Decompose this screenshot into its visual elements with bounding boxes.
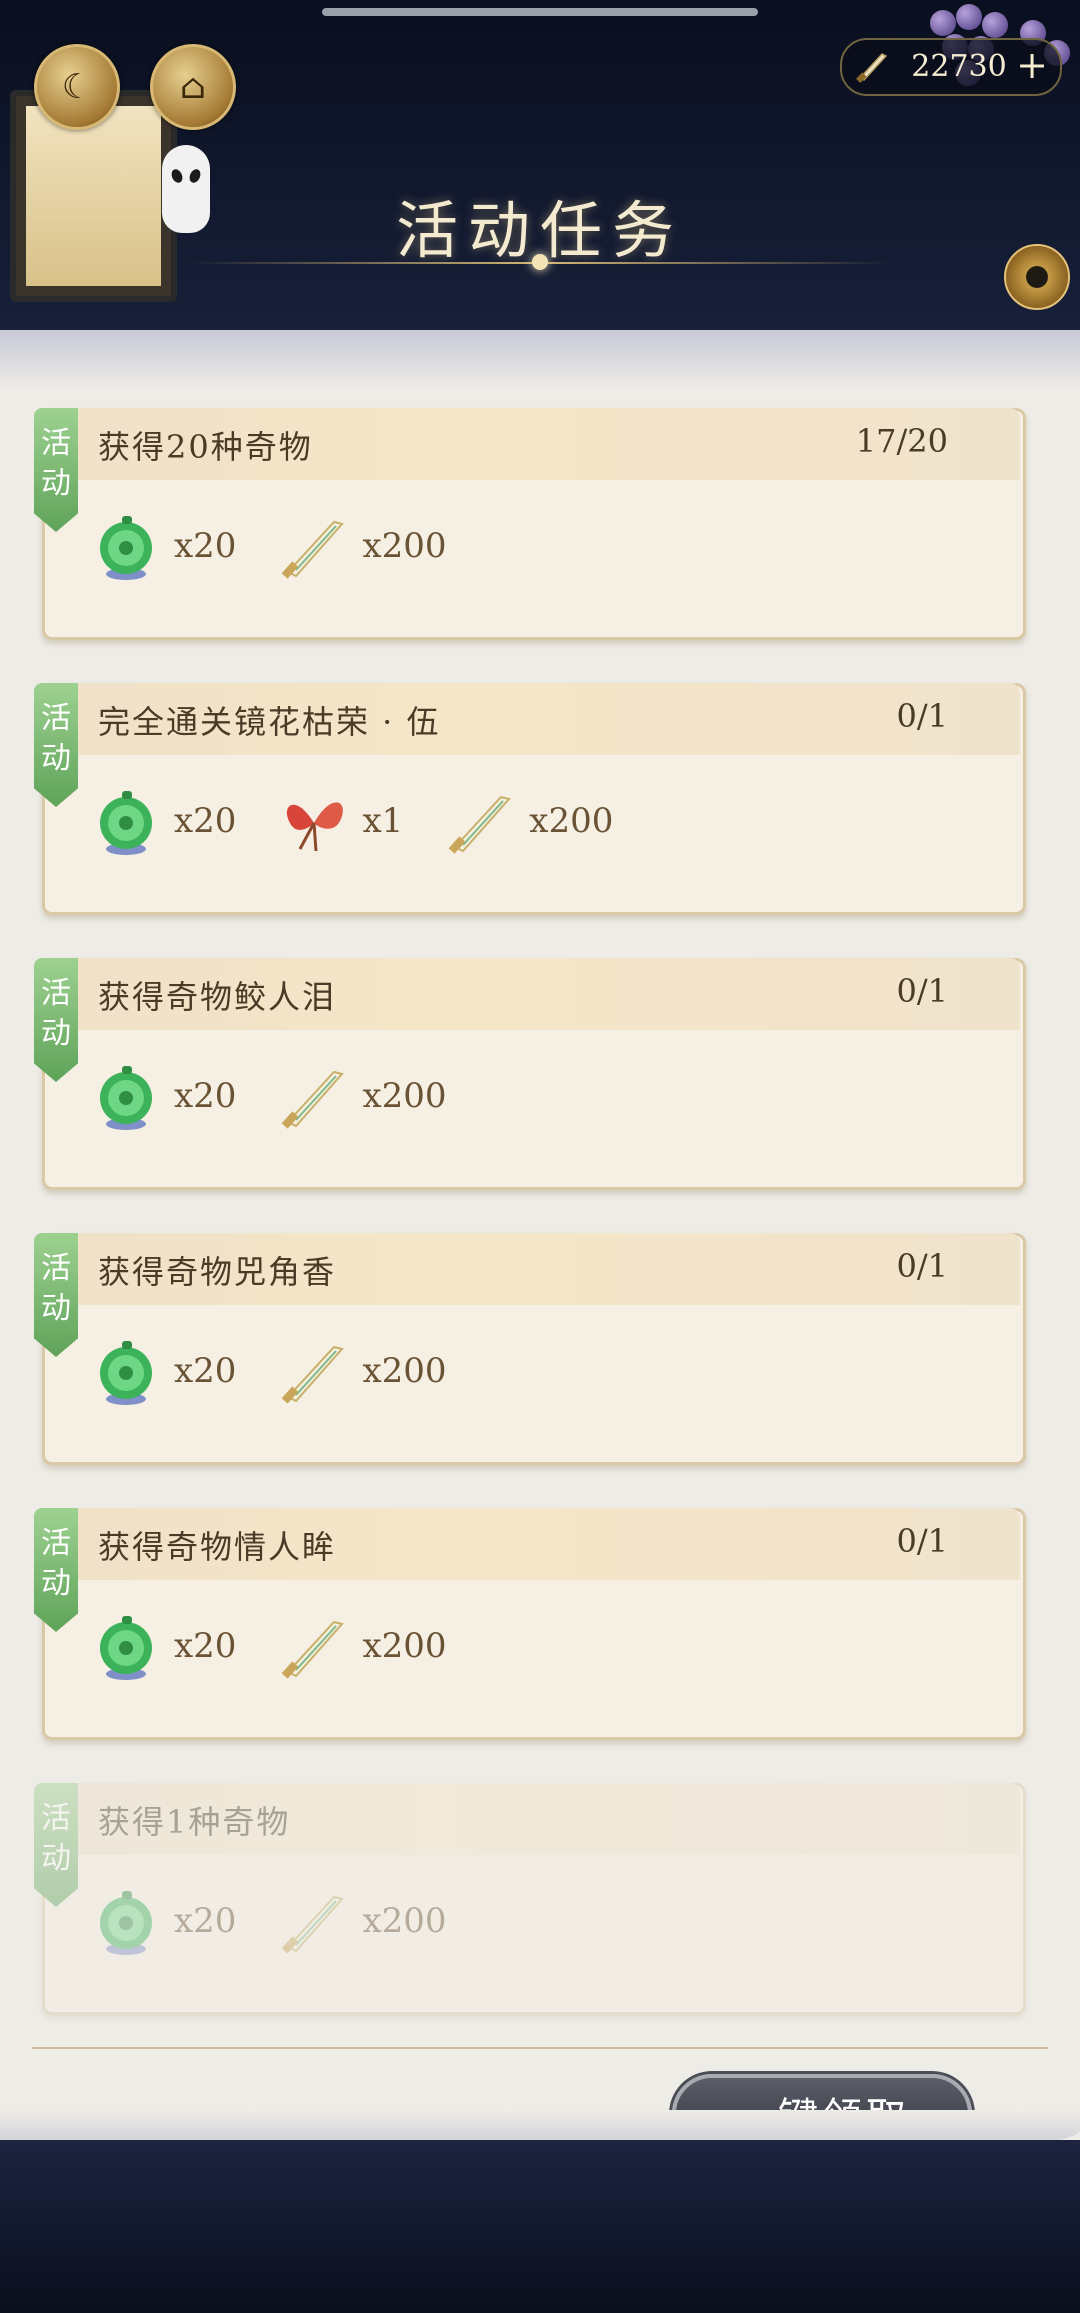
jade-icon	[88, 1058, 164, 1134]
jade-icon	[88, 1883, 164, 1959]
task-card[interactable]: 活动 获得1种奇物 x20 x200	[34, 1783, 1026, 2015]
reward-list: x20 x200	[88, 1881, 487, 1961]
knife-icon	[854, 48, 890, 84]
task-progress: 0/1	[896, 1247, 949, 1285]
jade-icon	[88, 1333, 164, 1409]
reward-item[interactable]: x200	[443, 783, 613, 859]
activity-tag-label: 活动	[41, 1801, 71, 1876]
reward-quantity: x20	[174, 1076, 237, 1116]
activity-tag: 活动	[34, 683, 78, 807]
reward-quantity: x20	[174, 801, 237, 841]
reward-item[interactable]: x1	[276, 783, 403, 859]
activity-tag-label: 活动	[41, 426, 71, 501]
reward-list: x20 x200	[88, 1606, 487, 1686]
currency-amount: 22730	[911, 49, 1007, 84]
pavilion-button[interactable]: ⌂	[150, 44, 236, 130]
reward-quantity: x200	[362, 1901, 447, 1941]
reward-list: x20 x1 x200	[88, 781, 653, 861]
jade-icon	[88, 783, 164, 859]
reward-item[interactable]: x200	[276, 508, 447, 584]
task-name: 完全通关镜花枯荣 · 伍	[98, 703, 441, 741]
knife-icon	[276, 1883, 352, 1959]
reward-item[interactable]: x20	[88, 1058, 236, 1134]
knife-icon	[276, 1608, 352, 1684]
task-name: 获得20种奇物	[98, 428, 313, 466]
moon-ship-icon: ☾	[61, 67, 93, 107]
task-name: 获得奇物兕角香	[98, 1253, 337, 1291]
reward-item[interactable]: x20	[88, 783, 236, 859]
footer-banner	[0, 2140, 1080, 2313]
task-card[interactable]: 活动 获得奇物情人眸 0/1 x20 x200	[34, 1508, 1026, 1740]
reward-quantity: x200	[362, 526, 447, 566]
knife-icon	[276, 1058, 352, 1134]
currency-display: 22730 +	[840, 38, 1062, 96]
home-indicator	[322, 8, 758, 16]
activity-tag: 活动	[34, 1233, 78, 1357]
task-name: 获得1种奇物	[98, 1803, 291, 1841]
reward-quantity: x200	[362, 1076, 447, 1116]
title-ornament	[532, 254, 548, 270]
reward-quantity: x20	[174, 526, 237, 566]
top-wave-decoration	[0, 330, 1080, 390]
task-progress: 0/1	[896, 1522, 949, 1560]
reward-quantity: x200	[529, 801, 614, 841]
reward-item[interactable]: x20	[88, 508, 236, 584]
reward-quantity: x200	[362, 1351, 447, 1391]
activity-tag-label: 活动	[41, 1251, 71, 1326]
task-card[interactable]: 活动 获得奇物鲛人泪 0/1 x20 x200	[34, 958, 1026, 1190]
task-name: 获得奇物情人眸	[98, 1528, 337, 1566]
task-card[interactable]: 活动 获得20种奇物 17/20 x20 x200	[34, 408, 1026, 640]
jade-icon	[88, 508, 164, 584]
reward-item[interactable]: x20	[88, 1608, 236, 1684]
task-card[interactable]: 活动 完全通关镜花枯荣 · 伍 0/1 x20 x1 x200	[34, 683, 1026, 915]
pavilion-icon: ⌂	[180, 67, 206, 107]
knife-icon	[276, 1333, 352, 1409]
knife-icon	[443, 783, 519, 859]
activity-tag: 活动	[34, 958, 78, 1082]
reward-quantity: x20	[174, 1901, 237, 1941]
jade-icon	[88, 1608, 164, 1684]
reward-list: x20 x200	[88, 1331, 487, 1411]
reward-quantity: x20	[174, 1351, 237, 1391]
task-name: 获得奇物鲛人泪	[98, 978, 337, 1016]
reward-item[interactable]: x200	[276, 1333, 447, 1409]
reward-quantity: x1	[362, 801, 404, 841]
activity-tag-label: 活动	[41, 1526, 71, 1601]
red-butterfly-icon	[276, 783, 352, 859]
footer-divider	[32, 2047, 1048, 2049]
moon-ship-button[interactable]: ☾	[34, 44, 120, 130]
activity-tag-label: 活动	[41, 976, 71, 1051]
reward-item[interactable]: x200	[276, 1883, 447, 1959]
task-progress: 0/1	[896, 972, 949, 1010]
reward-quantity: x20	[174, 1626, 237, 1666]
reward-item[interactable]: x200	[276, 1608, 447, 1684]
reward-item[interactable]: x20	[88, 1883, 236, 1959]
task-card[interactable]: 活动 获得奇物兕角香 0/1 x20 x200	[34, 1233, 1026, 1465]
activity-tag-label: 活动	[41, 701, 71, 776]
activity-tag: 活动	[34, 408, 78, 532]
reward-list: x20 x200	[88, 506, 487, 586]
reward-item[interactable]: x20	[88, 1333, 236, 1409]
reward-quantity: x200	[362, 1626, 447, 1666]
add-currency-button[interactable]: +	[1014, 46, 1050, 84]
task-progress: 17/20	[855, 422, 948, 460]
reward-list: x20 x200	[88, 1056, 487, 1136]
activity-tag: 活动	[34, 1783, 78, 1907]
knife-icon	[276, 508, 352, 584]
reward-item[interactable]: x200	[276, 1058, 447, 1134]
activity-tag: 活动	[34, 1508, 78, 1632]
task-progress: 0/1	[896, 697, 949, 735]
